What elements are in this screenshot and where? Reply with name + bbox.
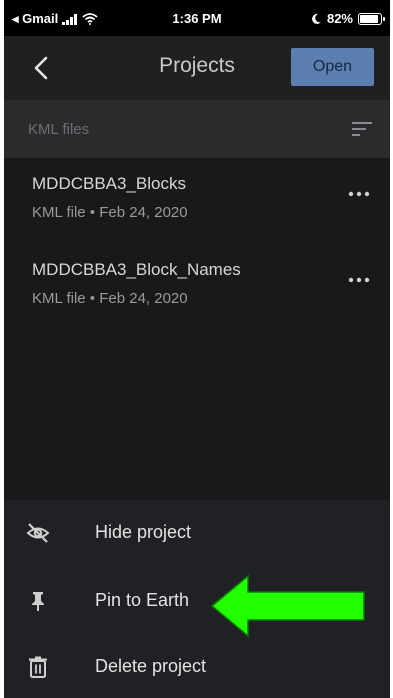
file-meta: KML file • Feb 24, 2020: [32, 290, 188, 307]
annotation-arrow-icon: [210, 574, 365, 638]
pin-icon: [32, 592, 44, 611]
menu-item-label: Hide project: [95, 522, 192, 542]
status-bar: ◂ Gmail 1:36 PM 82%: [4, 0, 390, 36]
section-label: KML files: [28, 121, 90, 138]
file-list-item[interactable]: MDDCBBA3_Blocks KML file • Feb 24, 2020: [4, 160, 390, 246]
open-button[interactable]: Open: [291, 48, 374, 86]
file-name: MDDCBBA3_Block_Names: [32, 260, 241, 279]
battery-icon: [358, 12, 385, 25]
section-header: KML files: [4, 100, 390, 158]
more-options-icon[interactable]: [348, 190, 370, 198]
file-meta: KML file • Feb 24, 2020: [32, 204, 188, 221]
menu-item-label: Delete project: [95, 656, 207, 676]
moon-icon: [312, 13, 321, 24]
menu-item-delete-project[interactable]: Delete project: [4, 634, 390, 698]
menu-item-hide-project[interactable]: Hide project: [4, 500, 390, 566]
file-name: MDDCBBA3_Blocks: [32, 174, 186, 193]
menu-item-label: Pin to Earth: [95, 590, 190, 610]
status-right: 82%: [312, 11, 385, 26]
hide-icon: [26, 523, 50, 543]
app-header: Projects Open: [4, 36, 390, 100]
more-options-icon[interactable]: [348, 276, 370, 284]
file-list-item[interactable]: MDDCBBA3_Block_Names KML file • Feb 24, …: [4, 246, 390, 332]
sort-icon[interactable]: [352, 121, 372, 137]
trash-icon: [29, 656, 47, 678]
battery-percent: 82%: [326, 11, 353, 26]
app-screen: ◂ Gmail 1:36 PM 82% Projects Open KML fi…: [4, 0, 390, 698]
